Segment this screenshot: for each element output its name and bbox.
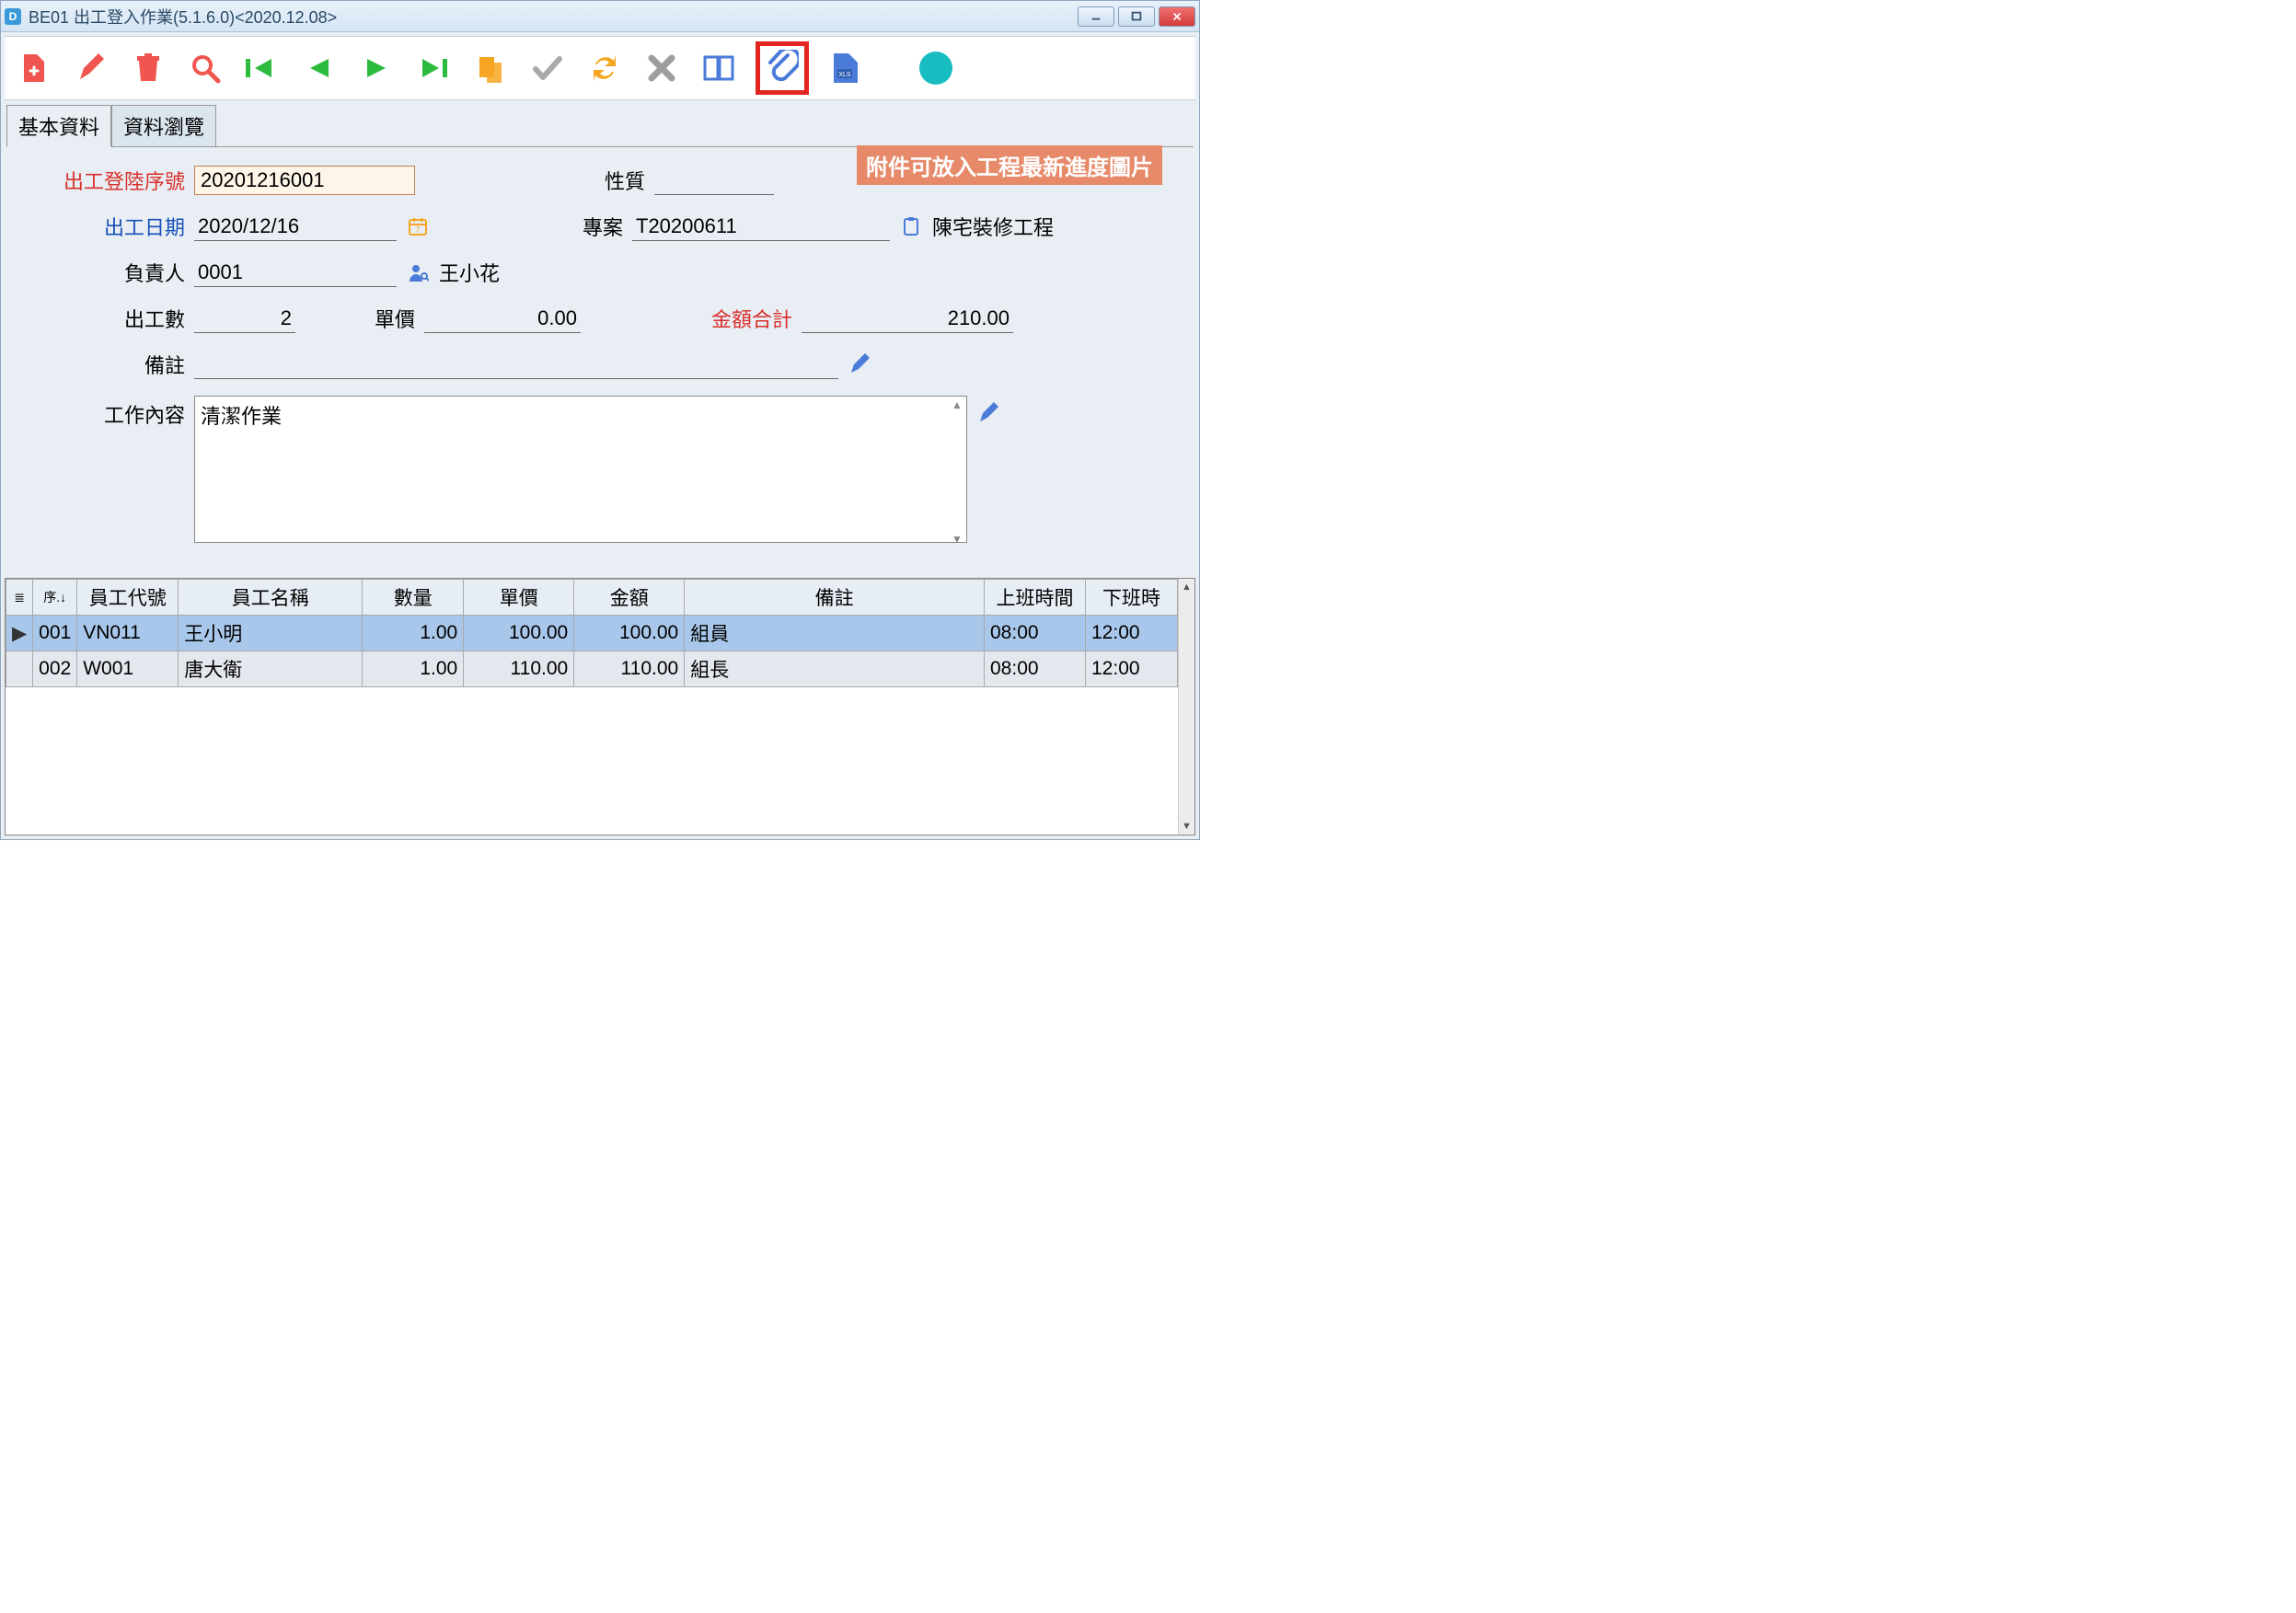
export-excel-button[interactable]: XLS (825, 48, 866, 88)
seq-label: 出工登陸序號 (19, 166, 185, 195)
cell-amount[interactable]: 100.00 (574, 616, 685, 651)
close-button[interactable] (1159, 6, 1195, 27)
owner-label: 負責人 (19, 258, 185, 287)
first-button[interactable] (242, 48, 283, 88)
refresh-button[interactable] (584, 48, 625, 88)
cell-offtime[interactable]: 12:00 (1086, 616, 1178, 651)
grid-header-price[interactable]: 單價 (464, 580, 574, 616)
tab-basic[interactable]: 基本資料 (6, 105, 111, 147)
seq-input[interactable] (194, 166, 415, 195)
grid-scrollbar[interactable]: ▲ ▼ (1178, 579, 1194, 835)
status-indicator-icon (919, 52, 952, 85)
cell-remark[interactable]: 組員 (685, 616, 985, 651)
remark-input[interactable] (194, 351, 838, 379)
table-row[interactable]: 002 W001 唐大衛 1.00 110.00 110.00 組長 08:00… (6, 651, 1178, 687)
project-name: 陳宅裝修工程 (932, 212, 1054, 241)
calendar-icon[interactable]: 7 (406, 214, 430, 238)
window-title: BE01 出工登入作業(5.1.6.0)<2020.12.08> (29, 5, 1078, 29)
edit-button[interactable] (71, 48, 111, 88)
tab-strip: 基本資料 資料瀏覽 (1, 104, 1199, 146)
grid-header-remark[interactable]: 備註 (685, 580, 985, 616)
edit-remark-icon[interactable] (848, 352, 871, 376)
attachment-highlight (756, 41, 809, 95)
grid-header-seq[interactable]: 序.↓ (33, 580, 77, 616)
cell-emp-name[interactable]: 王小明 (179, 616, 363, 651)
grid-header-emp-name[interactable]: 員工名稱 (179, 580, 363, 616)
owner-input[interactable] (194, 259, 397, 287)
book-button[interactable] (698, 48, 739, 88)
grid-header-emp-id[interactable]: 員工代號 (77, 580, 179, 616)
new-button[interactable] (14, 48, 54, 88)
prev-button[interactable] (299, 48, 340, 88)
annotation-callout: 附件可放入工程最新進度圖片 (857, 145, 1162, 185)
owner-name: 王小花 (439, 258, 500, 287)
delete-button[interactable] (128, 48, 168, 88)
date-label: 出工日期 (19, 212, 185, 241)
content-textarea[interactable] (194, 396, 967, 543)
attachment-button[interactable] (762, 48, 802, 88)
nature-label: 性質 (590, 166, 645, 195)
count-label: 出工數 (19, 304, 185, 333)
remark-label: 備註 (19, 350, 185, 379)
textarea-scroll-up-icon[interactable]: ▲ (948, 397, 966, 413)
project-input[interactable] (632, 213, 890, 241)
person-icon[interactable] (406, 260, 430, 284)
svg-text:7: 7 (416, 225, 421, 234)
minimize-button[interactable] (1078, 6, 1114, 27)
form-area: 附件可放入工程最新進度圖片 出工登陸序號 性質 出工日期 7 專案 陳宅裝修工程… (1, 147, 1199, 574)
table-row[interactable]: ▶ 001 VN011 王小明 1.00 100.00 100.00 組員 08… (6, 616, 1178, 651)
cell-qty[interactable]: 1.00 (363, 651, 464, 687)
maximize-button[interactable] (1118, 6, 1155, 27)
cell-seq: 002 (33, 651, 77, 687)
cell-price[interactable]: 100.00 (464, 616, 574, 651)
grid-header-qty[interactable]: 數量 (363, 580, 464, 616)
grid-header-amount[interactable]: 金額 (574, 580, 685, 616)
confirm-button[interactable] (527, 48, 568, 88)
toolbar: XLS (5, 36, 1195, 100)
scroll-up-icon[interactable]: ▲ (1179, 579, 1194, 595)
price-input[interactable] (424, 305, 581, 333)
app-window: D BE01 出工登入作業(5.1.6.0)<2020.12.08> (0, 0, 1200, 840)
cell-ontime[interactable]: 08:00 (985, 651, 1086, 687)
scroll-down-icon[interactable]: ▼ (1179, 818, 1194, 835)
cell-price[interactable]: 110.00 (464, 651, 574, 687)
cell-seq: 001 (33, 616, 77, 651)
grid-header-ontime[interactable]: 上班時間 (985, 580, 1086, 616)
search-button[interactable] (185, 48, 225, 88)
nature-input[interactable] (654, 167, 774, 195)
last-button[interactable] (413, 48, 454, 88)
textarea-scroll-down-icon[interactable]: ▼ (948, 531, 966, 547)
row-pointer-icon: ▶ (6, 616, 33, 651)
row-pointer-icon (6, 651, 33, 687)
count-input[interactable] (194, 305, 295, 333)
cell-emp-id[interactable]: VN011 (77, 616, 179, 651)
cell-emp-id[interactable]: W001 (77, 651, 179, 687)
svg-text:XLS: XLS (838, 72, 851, 78)
total-label: 金額合計 (691, 304, 792, 333)
tab-browse[interactable]: 資料瀏覽 (111, 105, 216, 147)
next-button[interactable] (356, 48, 397, 88)
clipboard-icon[interactable] (899, 214, 923, 238)
cell-ontime[interactable]: 08:00 (985, 616, 1086, 651)
grid-header-pointer[interactable]: ≣ (6, 580, 33, 616)
copy-button[interactable] (470, 48, 511, 88)
cell-offtime[interactable]: 12:00 (1086, 651, 1178, 687)
title-bar: D BE01 出工登入作業(5.1.6.0)<2020.12.08> (1, 1, 1199, 32)
grid-header-offtime[interactable]: 下班時 (1086, 580, 1178, 616)
grid-header-row: ≣ 序.↓ 員工代號 員工名稱 數量 單價 金額 備註 上班時間 下班時 (6, 580, 1178, 616)
edit-content-icon[interactable] (976, 401, 1000, 425)
app-icon: D (5, 8, 21, 25)
price-label: 單價 (360, 304, 415, 333)
cancel-button[interactable] (641, 48, 682, 88)
cell-emp-name[interactable]: 唐大衛 (179, 651, 363, 687)
date-input[interactable] (194, 213, 397, 241)
cell-remark[interactable]: 組長 (685, 651, 985, 687)
total-input[interactable] (802, 305, 1013, 333)
project-label: 專案 (568, 212, 623, 241)
cell-qty[interactable]: 1.00 (363, 616, 464, 651)
content-label: 工作內容 (19, 396, 185, 429)
detail-grid: ≣ 序.↓ 員工代號 員工名稱 數量 單價 金額 備註 上班時間 下班時 ▶ 0… (5, 578, 1195, 835)
cell-amount[interactable]: 110.00 (574, 651, 685, 687)
